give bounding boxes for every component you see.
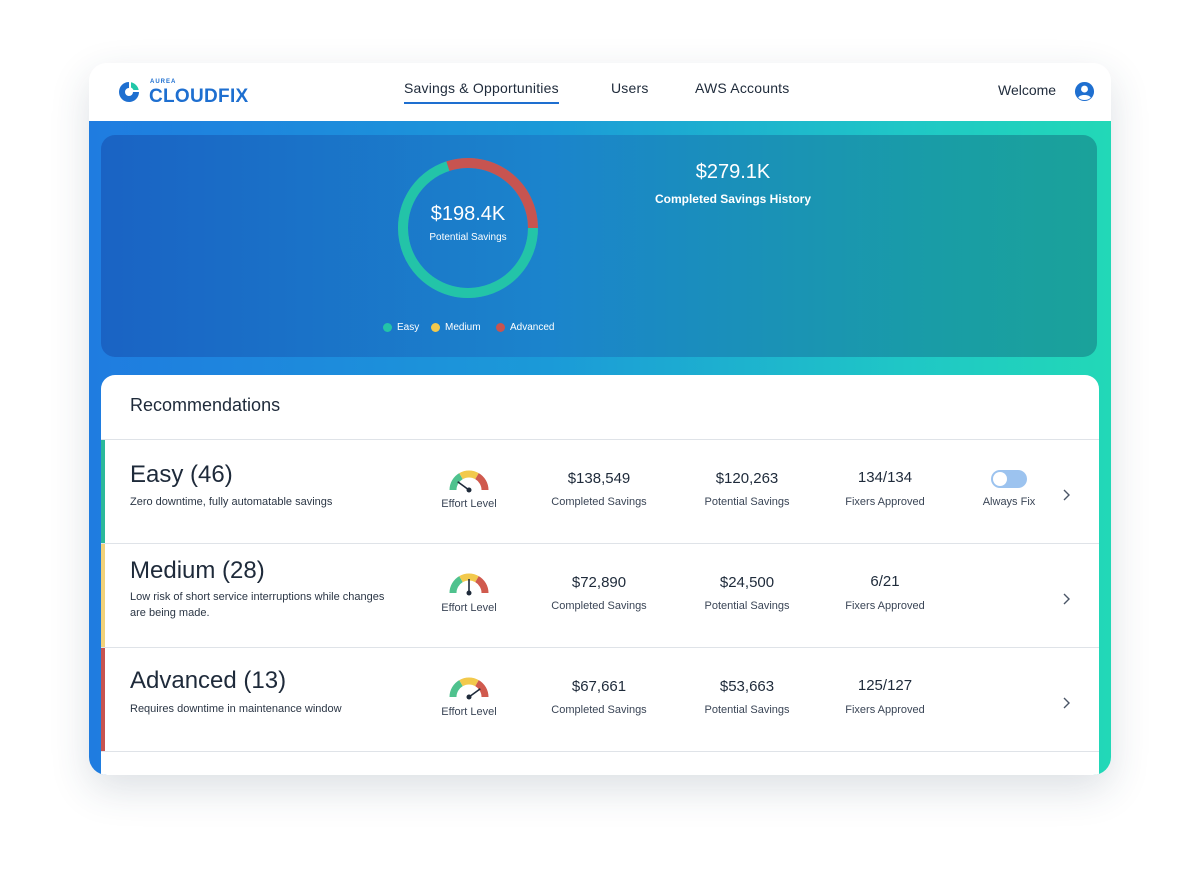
always-fix-toggle[interactable] [991,470,1027,488]
gauge-segment [459,573,479,583]
top-navigation-bar: AUREA CLOUDFIX Savings & Opportunities U… [89,63,1111,121]
gauge-hub [466,590,472,596]
brand-name: CLOUDFIX [149,86,249,107]
potential-savings-donut [398,158,538,298]
effort-gauge-icon [449,470,489,493]
app-window: AUREA CLOUDFIX Savings & Opportunities U… [89,63,1111,775]
recommendations-title: Recommendations [130,395,281,415]
medium-dot-icon [431,323,440,332]
potential-savings-value: $53,663 [719,678,775,695]
potential-savings-value: $198.4K [430,203,506,225]
row-title: Medium (28) [130,557,265,584]
gauge-segment [459,677,479,687]
tab-aws-accounts[interactable]: AWS Accounts [695,80,789,96]
potential-savings-label: Potential Savings [704,704,790,716]
fixers-approved-label: Fixers Approved [845,704,925,716]
content-area: $198.4K Potential Savings Easy Medium Ad… [89,121,1111,775]
effort-level-label: Effort Level [441,498,497,510]
toggle-knob [993,472,1007,486]
effort-level-label: Effort Level [441,602,497,614]
completed-savings-label: Completed Savings [551,600,647,612]
row-color-bar [101,648,105,751]
welcome-text: Welcome [998,82,1057,98]
chevron-right-icon[interactable] [1059,488,1073,502]
easy-dot-icon [383,323,392,332]
savings-overview: $198.4K Potential Savings Easy Medium Ad… [101,135,1097,357]
recommendations-panel: Recommendations Easy (46) Zero downtime,… [101,375,1099,775]
completed-savings-value: $138,549 [567,470,631,487]
tab-savings-opportunities[interactable]: Savings & Opportunities [404,80,559,104]
legend-item-advanced: Advanced [496,322,554,333]
cloudfix-logo[interactable]: AUREA CLOUDFIX [117,79,257,107]
row-color-bar [101,544,105,647]
row-description: Zero downtime, fully automatable savings [130,496,333,508]
completed-savings-value: $67,661 [571,678,627,695]
potential-savings-label: Potential Savings [704,496,790,508]
recommendation-row-medium[interactable]: Medium (28) Low risk of short service in… [101,544,1099,647]
legend-label: Medium [445,322,481,333]
fixers-approved-value: 6/21 [870,573,900,590]
fixers-approved-value: 125/127 [857,677,913,694]
gauge-segment [459,470,479,480]
chevron-right-icon[interactable] [1059,592,1073,606]
gauge-hub [466,694,472,700]
row-description: Low risk of short service interruptions … [130,591,385,619]
potential-savings-value: $120,263 [715,470,779,487]
potential-savings-label: Potential Savings [429,232,507,243]
user-avatar-icon[interactable] [1074,81,1095,102]
divider [101,751,1099,752]
legend-item-medium: Medium [431,322,481,333]
gauge-hub [466,487,472,493]
legend-label: Easy [397,322,420,333]
legend-item-easy: Easy [383,322,419,333]
completed-savings-total: $279.1K [695,161,771,183]
chevron-right-icon[interactable] [1059,696,1073,710]
gauge-segment [475,473,489,491]
completed-savings-value: $72,890 [571,574,627,591]
legend-label: Advanced [510,322,555,333]
advanced-dot-icon [496,323,505,332]
brand-subtitle: AUREA [150,79,177,85]
gauge-segment [449,576,463,594]
completed-savings-label: Completed Savings [551,704,647,716]
row-description: Requires downtime in maintenance window [130,703,342,715]
row-color-bar [101,440,105,543]
effort-gauge-icon [449,573,489,596]
potential-savings-value: $24,500 [719,574,775,591]
recommendation-row-advanced[interactable]: Advanced (13) Requires downtime in maint… [101,648,1099,751]
fixers-approved-label: Fixers Approved [845,600,925,612]
fixers-approved-value: 134/134 [857,469,913,486]
row-title: Advanced (13) [130,667,287,694]
effort-gauge-icon [449,677,489,700]
potential-savings-label: Potential Savings [704,600,790,612]
row-title: Easy (46) [130,461,233,488]
chart-title: Completed Savings History [654,192,812,206]
savings-history-chart: 0.00$150K$300KJunJulyAugSepOct [601,215,861,340]
gauge-segment [475,576,489,594]
cloudfix-logo-icon [119,82,139,102]
completed-savings-label: Completed Savings [551,496,647,508]
recommendation-row-easy[interactable]: Easy (46) Zero downtime, fully automatab… [101,440,1099,543]
effort-level-label: Effort Level [441,706,497,718]
tab-users[interactable]: Users [611,80,649,96]
gauge-segment [449,680,463,698]
